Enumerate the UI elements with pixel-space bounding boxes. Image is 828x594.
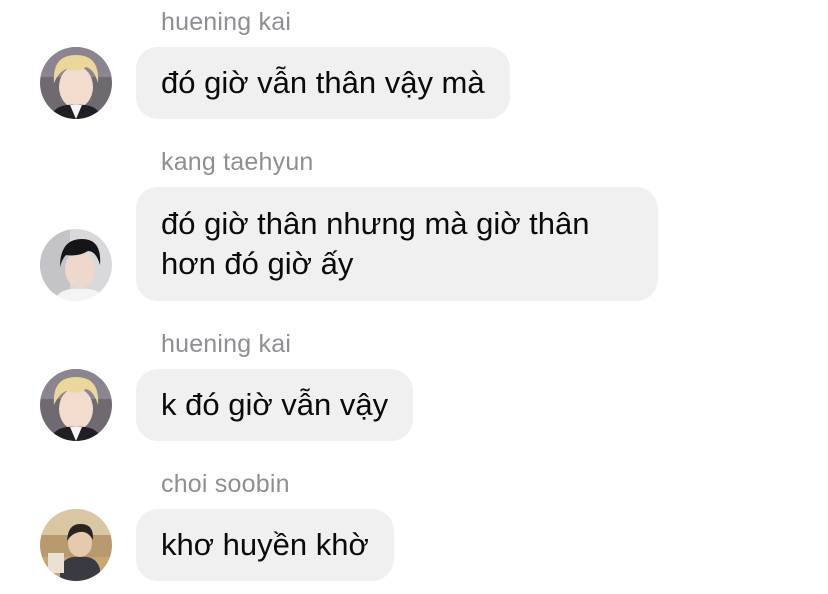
choi-soobin-avatar[interactable]: [40, 509, 112, 581]
sender-name: huening kai: [161, 8, 292, 36]
sender-name: huening kai: [161, 330, 292, 358]
sender-name: kang taehyun: [161, 148, 314, 176]
kang-taehyun-avatar[interactable]: [40, 229, 112, 301]
message-bubble[interactable]: khơ huyền khờ: [136, 509, 394, 581]
message-bubble[interactable]: đó giờ thân nhưng mà giờ thân hơn đó giờ…: [136, 187, 658, 301]
message-bubble[interactable]: k đó giờ vẫn vậy: [136, 369, 414, 441]
message-bubble[interactable]: đó giờ vẫn thân vậy mà: [136, 47, 510, 119]
message-text: k đó giờ vẫn vậy: [161, 387, 389, 422]
huening-kai-avatar[interactable]: [40, 369, 112, 441]
message-text: khơ huyền khờ: [161, 527, 369, 562]
sender-name: choi soobin: [161, 470, 290, 498]
message-text: đó giờ thân nhưng mà giờ thân hơn đó giờ…: [161, 206, 590, 281]
huening-kai-avatar[interactable]: [40, 47, 112, 119]
message-text: đó giờ vẫn thân vậy mà: [161, 65, 485, 100]
chat-screen: { "messages": [ { "sender": "huening kai…: [0, 0, 828, 594]
